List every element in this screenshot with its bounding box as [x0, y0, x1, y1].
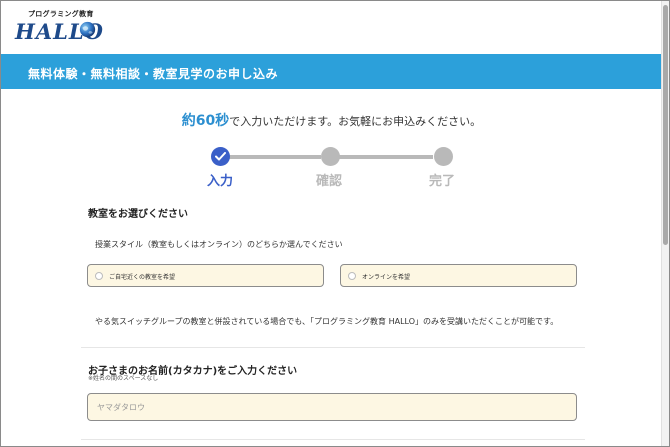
step-label-confirm: 確認: [316, 174, 343, 189]
option-home-classroom[interactable]: ご自宅近くの教室を希望: [87, 264, 324, 287]
step-label-input: 入力: [207, 174, 234, 189]
step-label-complete: 完了: [429, 174, 456, 189]
step-dot-confirm: [321, 147, 340, 166]
option-label: オンラインを希望: [362, 274, 411, 281]
scrollbar-thumb[interactable]: [663, 5, 668, 245]
step-dot-complete: [434, 147, 453, 166]
classroom-section-title: 教室をお選びください: [88, 209, 188, 220]
step-dot-input: [211, 147, 230, 166]
child-name-hint: ※姓名の間のスペースなし: [88, 375, 159, 382]
child-name-input[interactable]: [87, 393, 577, 421]
radio-circle-icon[interactable]: [348, 272, 356, 280]
step-connector: [339, 155, 433, 159]
option-online[interactable]: オンラインを希望: [340, 264, 577, 287]
scrollbar[interactable]: [661, 1, 669, 446]
section-divider: [81, 347, 585, 348]
check-icon: [215, 152, 226, 161]
browser-viewport: プログラミング教育 HALLO 無料体験・無料相談・教室見学のお申し込み 約60…: [0, 0, 670, 447]
classroom-note: やる気スイッチグループの教室と併設されている場合でも、「プログラミング教育 HA…: [95, 317, 559, 326]
radio-circle-icon[interactable]: [95, 272, 103, 280]
option-label: ご自宅近くの教室を希望: [109, 274, 176, 281]
section-divider: [81, 439, 585, 440]
step-connector: [229, 155, 321, 159]
classroom-instruction: 授業スタイル（教室もしくはオンライン）のどちらか選んでください: [95, 240, 343, 249]
progress-steps: 入力 確認 完了: [1, 1, 662, 201]
